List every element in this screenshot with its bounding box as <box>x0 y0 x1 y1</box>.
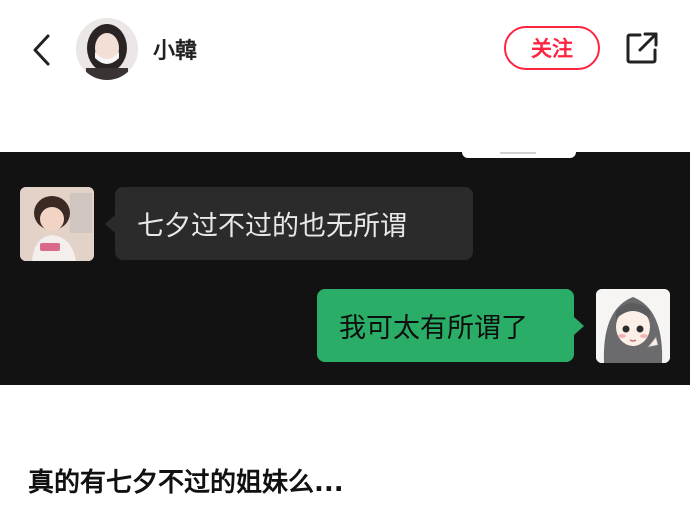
avatar[interactable] <box>76 18 138 80</box>
post-title: 真的有七夕不过的姐妹么... <box>28 468 344 498</box>
chat-screenshot-image[interactable]: 七夕过不过的也无所谓 我可太有所谓了 <box>0 152 690 385</box>
back-icon[interactable] <box>28 32 56 68</box>
username[interactable]: 小韓 <box>153 33 197 65</box>
sender-avatar <box>20 187 94 261</box>
outgoing-message-bubble: 我可太有所谓了 <box>317 289 584 362</box>
self-avatar <box>596 289 670 363</box>
top-bar: 小韓 关注 <box>0 0 690 100</box>
incoming-message-bubble: 七夕过不过的也无所谓 <box>105 187 473 260</box>
cropped-edge-line <box>500 152 536 154</box>
share-icon[interactable] <box>624 30 660 66</box>
follow-button[interactable]: 关注 <box>504 26 600 70</box>
